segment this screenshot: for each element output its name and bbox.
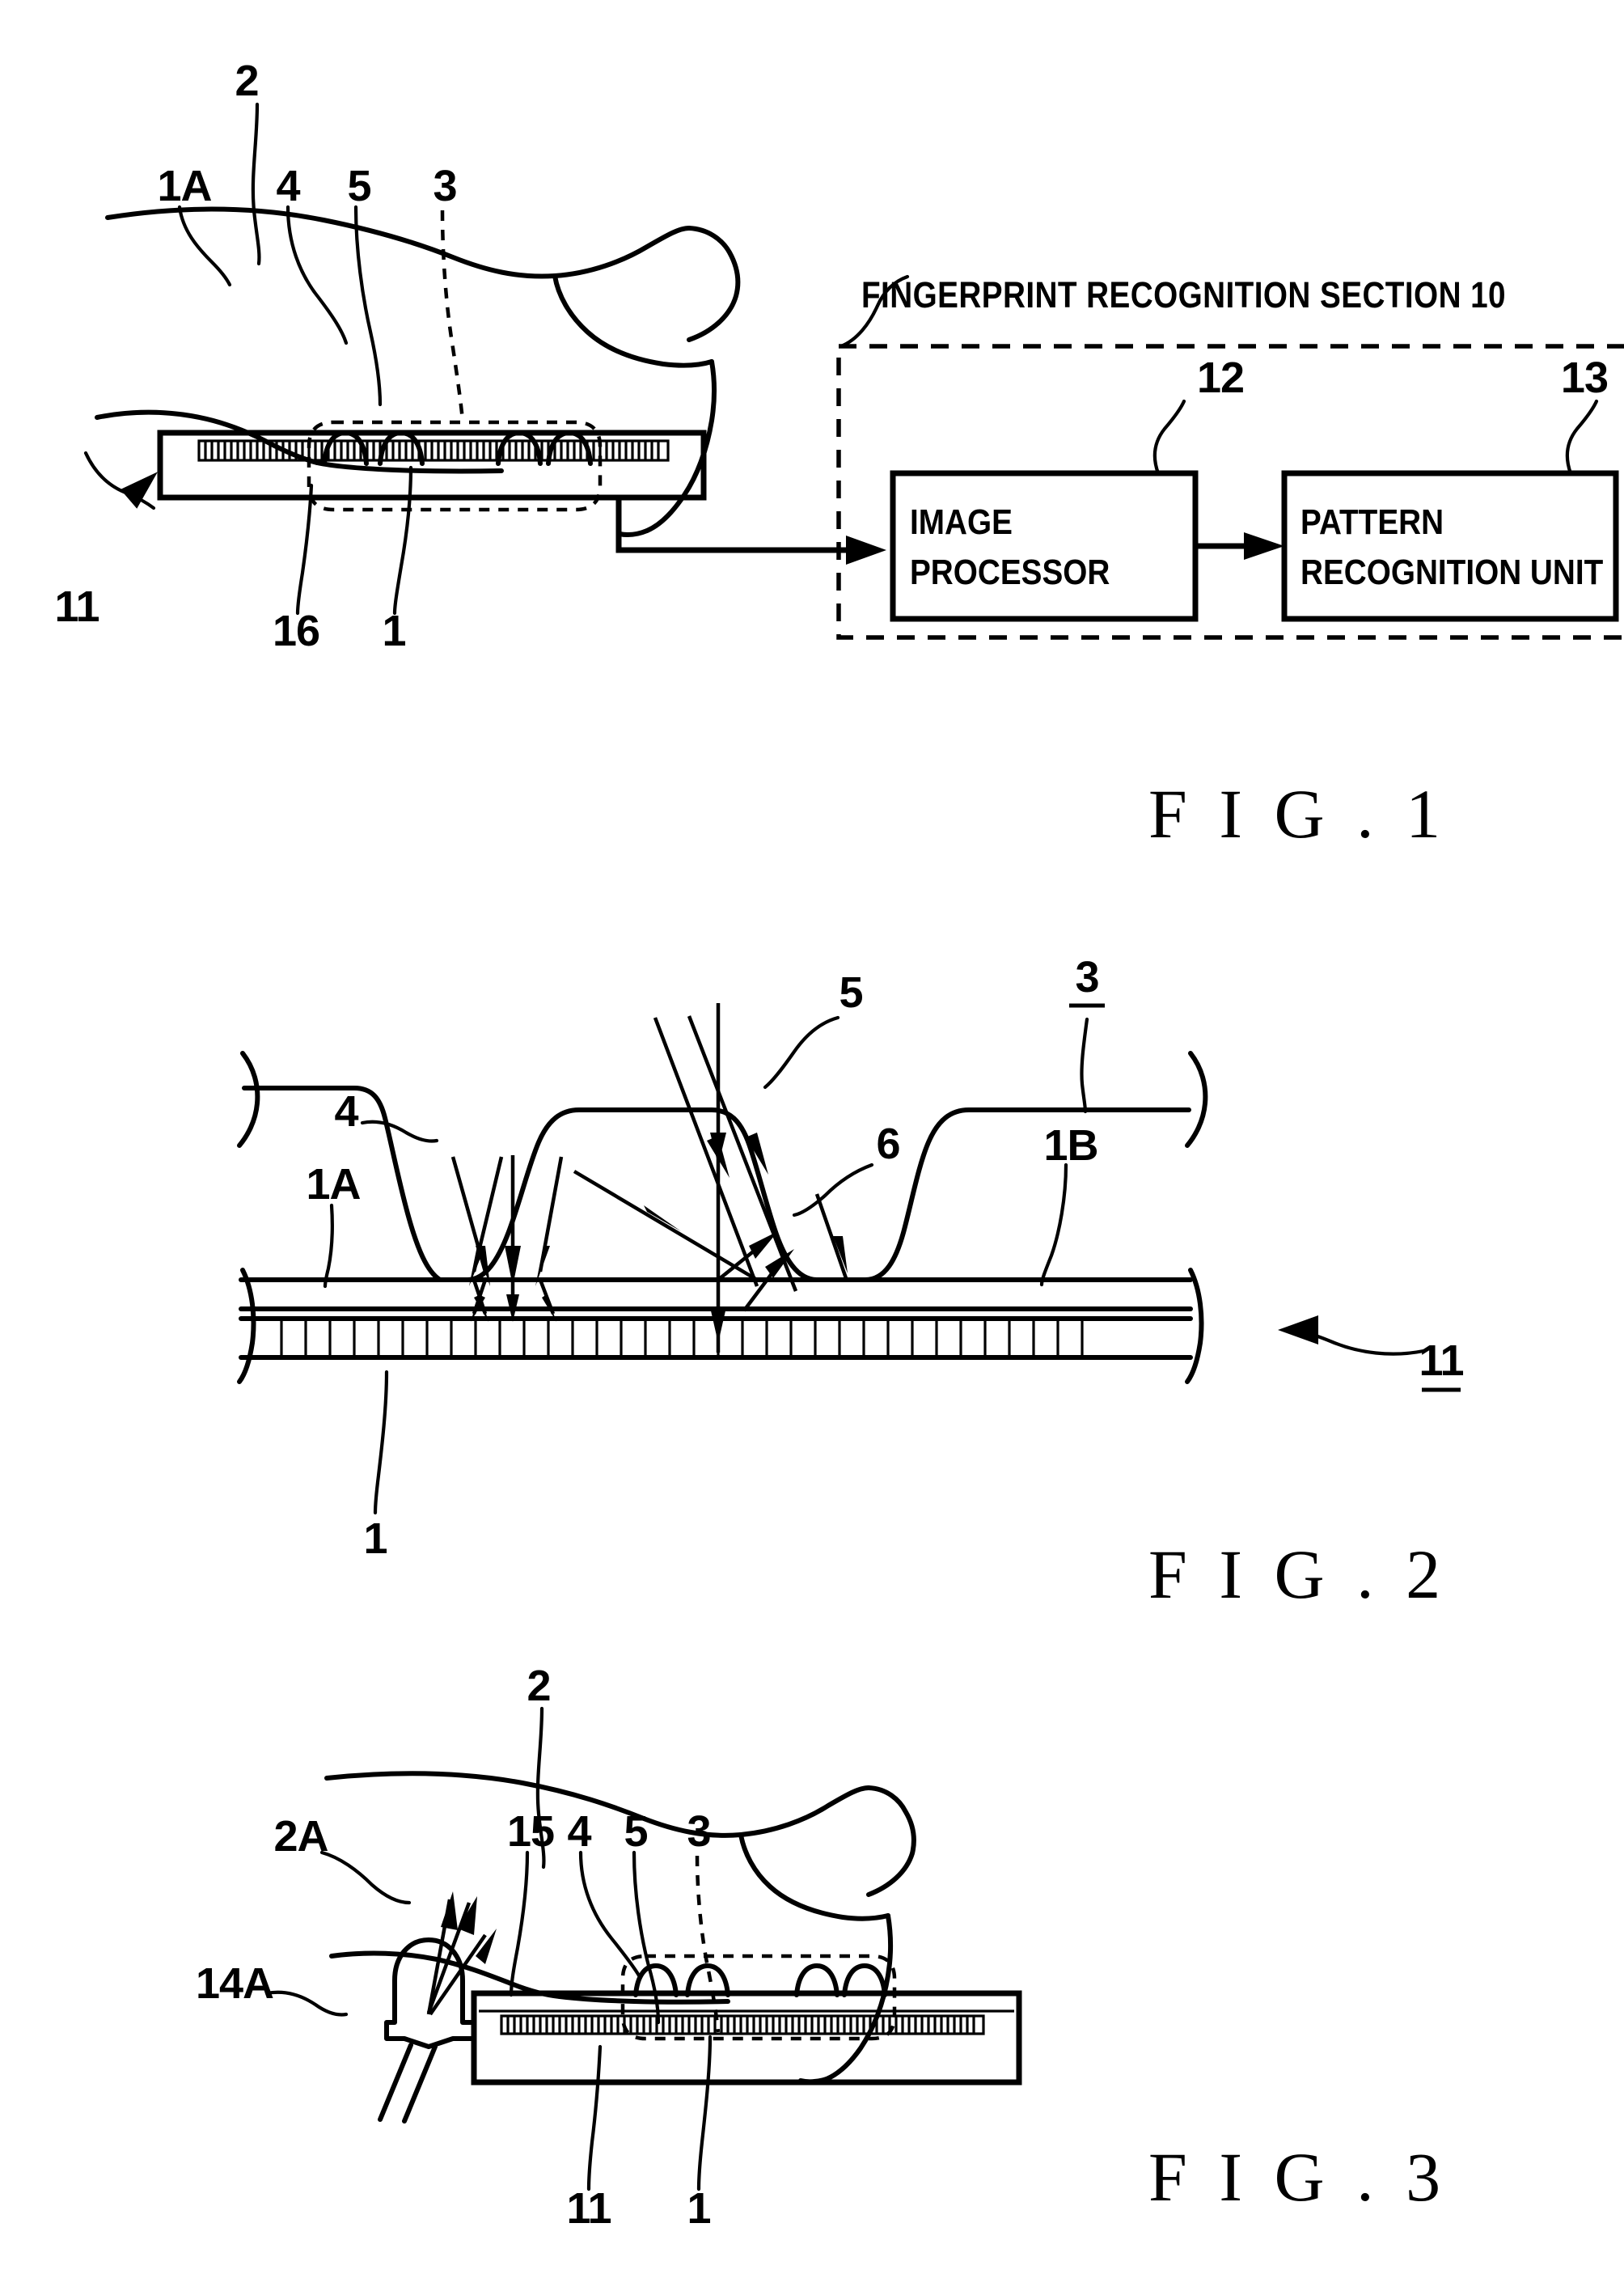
figure-2: 5 3 4 1A 6 1B 11 1 F I G . 2 [237,953,1465,1613]
ref-numeral-15-fig3: 15 [507,1807,554,1856]
figure-1-caption: F I G . 1 [1148,775,1448,853]
ref-numeral-3-fig3: 3 [687,1807,710,1856]
ref-numeral-1-fig2: 1 [363,1514,387,1563]
ref-numeral-3-fig1: 3 [433,162,456,210]
finger-outline-fig1 [95,206,741,537]
ref-numeral-4-fig3: 4 [567,1807,591,1856]
ref-numeral-1-fig3: 1 [687,2184,710,2233]
signal-connection-fig1 [615,498,886,565]
ref-numeral-1A-fig2: 1A [306,1160,360,1209]
ref-numeral-13-fig1: 13 [1561,354,1608,402]
sensor-array-bar-fig3 [500,2014,985,2035]
ref-numeral-5-fig3: 5 [624,1807,647,1856]
ref-numeral-5-fig1: 5 [347,162,370,210]
patent-drawing-sheet: 2 1A 4 5 3 11 16 1 12 13 FINGERPRINT REC… [0,0,1624,2274]
figure-2-caption: F I G . 2 [1148,1535,1448,1613]
break-curve-right-skin-fig2 [1185,1051,1208,1148]
break-curve-left-skin-fig2 [237,1051,260,1148]
platen-slab-fig3 [471,1990,1022,2086]
ref-numeral-6-fig2: 6 [876,1120,899,1168]
light-rays-ridge-fig2 [573,1003,848,1353]
fingerprint-recognition-section-title: FINGERPRINT RECOGNITION SECTION 10 [861,274,1506,315]
sensor-array-bar-fig1 [197,439,670,462]
ref-numeral-3-fig2: 3 [1075,953,1098,1001]
ref-numeral-4-fig2: 4 [334,1087,358,1136]
ref-numeral-16-fig1: 16 [273,607,319,655]
ref-numeral-14A-fig3: 14A [196,1959,273,2008]
ref-numeral-2-fig1: 2 [235,57,258,105]
ref-numeral-11-fig1: 11 [54,582,99,631]
ref-numeral-1A-fig1: 1A [157,162,211,210]
ref-numeral-2A-fig3: 2A [273,1812,328,1861]
ref-numeral-1B-fig2: 1B [1043,1121,1097,1170]
finger-outline-fig3 [324,1771,916,2085]
leader-lines-fig1 [83,102,465,616]
ref-numeral-11-fig2: 11 [1419,1336,1463,1385]
drawing-canvas: 2 1A 4 5 3 11 16 1 12 13 FINGERPRINT REC… [54,57,1624,2233]
figure-3: 2 2A 15 4 5 3 14A 11 1 F I G . 3 [196,1662,1448,2233]
figure-3-caption: F I G . 3 [1148,2138,1448,2216]
ref-numeral-2-fig3: 2 [527,1662,550,1710]
ref-numeral-11-fig3: 11 [566,2184,611,2233]
ref-numeral-12-fig1: 12 [1197,354,1244,402]
pattern-recognition-unit-label-line1: PATTERN [1300,502,1444,542]
ref-numeral-1-fig1: 1 [382,607,405,655]
ref-numeral-5-fig2: 5 [839,968,862,1017]
image-processor-label-line2: PROCESSOR [910,552,1110,592]
ref-numeral-4-fig1: 4 [276,162,300,210]
pattern-recognition-unit-label-line2: RECOGNITION UNIT [1300,552,1603,592]
image-processor-label-line1: IMAGE [910,502,1013,542]
led-14a-fig3 [378,1937,476,2124]
figure-1: 2 1A 4 5 3 11 16 1 12 13 FINGERPRINT REC… [54,57,1624,853]
arrow-between-blocks-fig1 [1195,532,1284,560]
